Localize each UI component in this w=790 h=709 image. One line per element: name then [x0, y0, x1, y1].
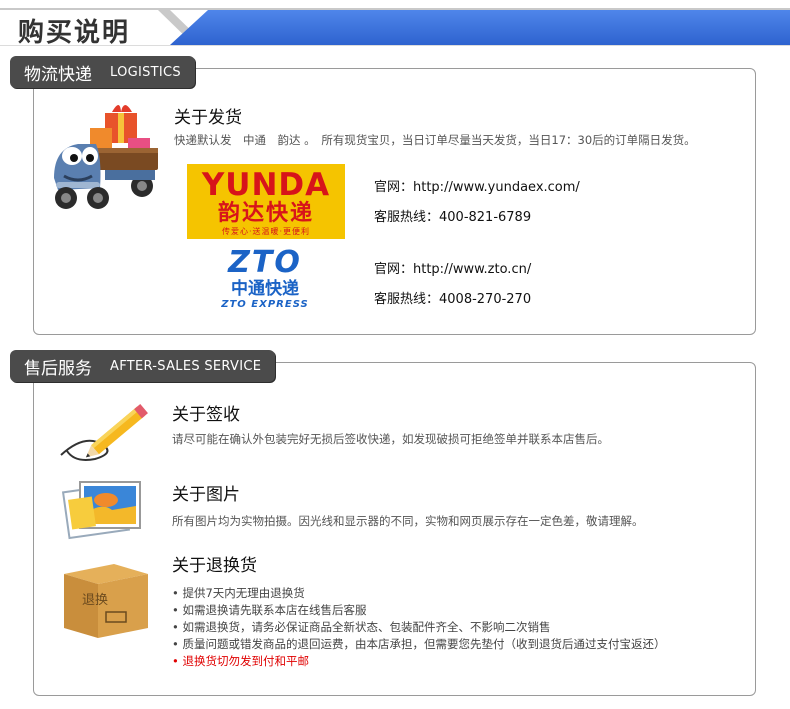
logistics-tab-en: LOGISTICS [110, 64, 181, 80]
zto-logo-cn: 中通快递 [231, 279, 299, 299]
page-title: 购买说明 [18, 18, 131, 48]
zto-website[interactable]: 官网：http://www.zto.cn/ [374, 258, 531, 277]
logistics-tab-cn: 物流快递 [24, 64, 92, 85]
pencil-signature-icon [60, 403, 148, 461]
returns-heading: 关于退换货 [172, 556, 257, 576]
list-item: 提供7天内无理由退换货 [172, 585, 665, 602]
sign-description: 请尽可能在确认外包装完好无损后签收快递，如发现破损可拒绝签单并联系本店售后。 [172, 432, 609, 446]
yunda-logo-slogan: 传爱心·送温暖·更便利 [221, 227, 311, 236]
zto-logo-en: ZTO EXPRESS [221, 299, 309, 310]
picture-icon [62, 481, 141, 540]
delivery-truck-icon [54, 105, 158, 209]
banner-bottom-line [0, 45, 790, 46]
returns-list: 提供7天内无理由退换货 如需退换请先联系本店在线售后客服 如需退换货，请务必保证… [172, 585, 665, 670]
zto-logo-mark: ZTO [228, 245, 302, 280]
return-box-icon: 退换 [64, 564, 148, 638]
shipping-heading: 关于发货 [174, 108, 242, 128]
yunda-logo: YUNDA 韵达快递 传爱心·送温暖·更便利 [187, 164, 345, 239]
pictures-description: 所有图片均为实物拍摄。因光线和显示器的不同，实物和网页展示存在一定色差，敬请理解… [172, 514, 644, 528]
returns-warning: 退换货切勿发到付和平邮 [172, 653, 665, 670]
sign-heading: 关于签收 [172, 405, 240, 425]
aftersales-tab: 售后服务 AFTER-SALES SERVICE [10, 350, 276, 382]
list-item: 如需退换请先联系本店在线售后客服 [172, 602, 665, 619]
zto-logo: ZTO 中通快递 ZTO EXPRESS [215, 247, 315, 317]
yunda-logo-en: YUNDA [201, 167, 331, 203]
zto-hotline: 客服热线：4008-270-270 [374, 292, 532, 307]
aftersales-tab-cn: 售后服务 [24, 358, 92, 379]
yunda-website[interactable]: 官网：http://www.yundaex.com/ [374, 176, 580, 195]
yunda-logo-cn: 韵达快递 [217, 201, 314, 226]
header-banner: 购买说明 [0, 0, 790, 50]
list-item: 质量问题或错发商品的退回运费，由本店承担，但需要您先垫付（收到退货后通过支付宝返… [172, 636, 665, 653]
pictures-heading: 关于图片 [172, 485, 240, 505]
return-box-label: 退换 [82, 593, 108, 608]
list-item: 如需退换货，请务必保证商品全新状态、包装配件齐全、不影响二次销售 [172, 619, 665, 636]
banner-top-line [0, 8, 790, 10]
aftersales-tab-en: AFTER-SALES SERVICE [110, 358, 262, 374]
logistics-tab: 物流快递 LOGISTICS [10, 56, 195, 88]
shipping-description: 快递默认发 中通 韵达 。 所有现货宝贝，当日订单尽量当天发货，当日17：30后… [174, 133, 696, 147]
yunda-hotline: 客服热线：400-821-6789 [374, 210, 532, 225]
banner-blue-stripe [170, 10, 790, 45]
